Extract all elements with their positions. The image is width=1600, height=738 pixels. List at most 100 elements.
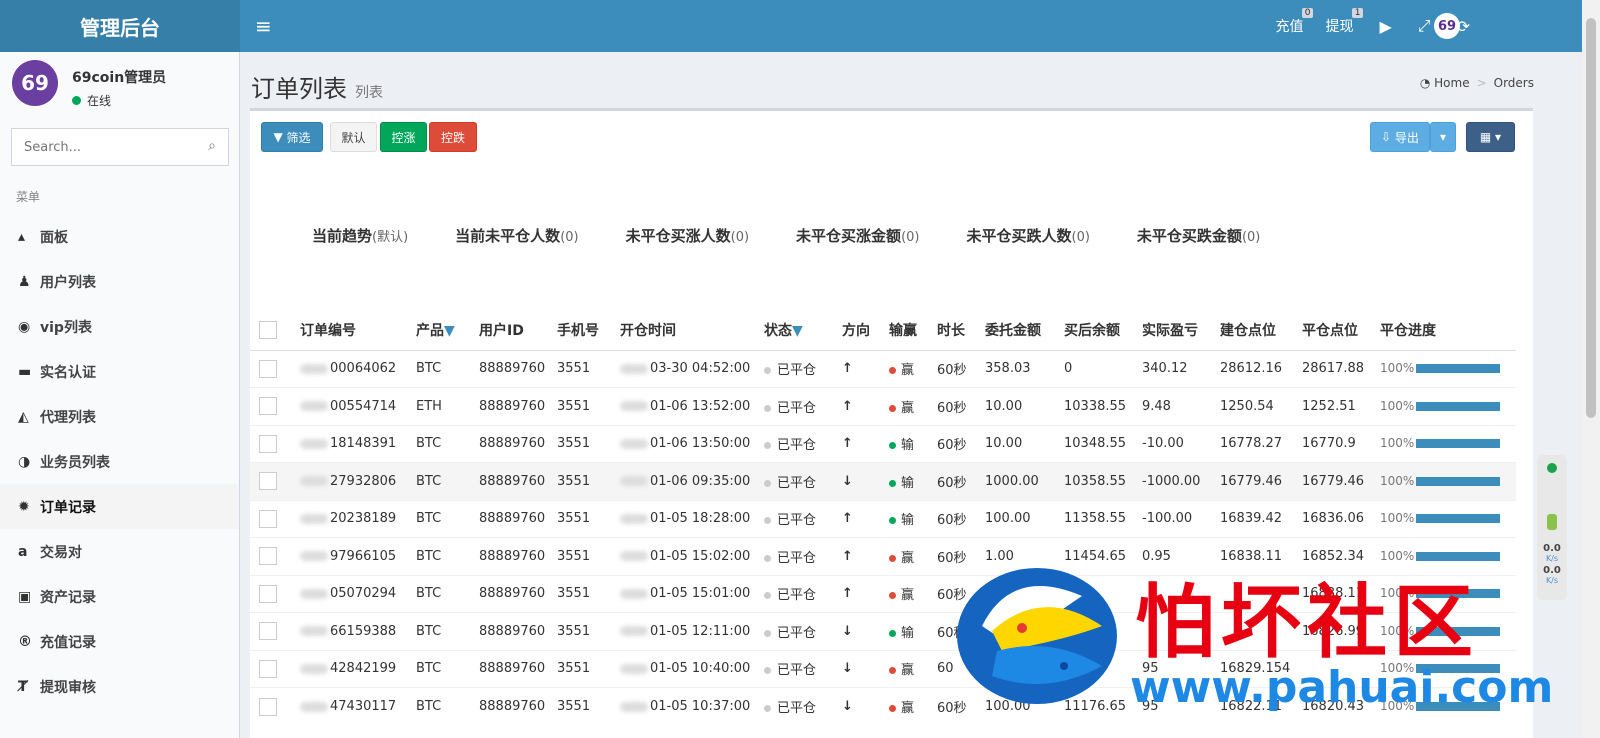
fullscreen-icon[interactable]: ⤢	[1418, 16, 1431, 36]
phone-cell: 3551	[557, 462, 620, 500]
row-checkbox[interactable]	[259, 434, 277, 453]
col-product[interactable]: 产品▼	[416, 310, 479, 351]
order-id: 42842199	[330, 661, 397, 677]
select-all-checkbox[interactable]	[259, 320, 277, 339]
breadcrumb-home[interactable]: Home	[1434, 76, 1469, 90]
col-duration[interactable]: 时长	[937, 310, 985, 351]
row-checkbox[interactable]	[259, 697, 277, 716]
withdraw-nav-button[interactable]: 提现 1	[1325, 8, 1364, 36]
row-checkbox[interactable]	[259, 359, 277, 378]
col-direction[interactable]: 方向	[842, 310, 889, 351]
table-row[interactable]: 18148391 BTC 88889760 3551 01-06 13:50:0…	[250, 424, 1516, 463]
col-close-price[interactable]: 平仓点位	[1302, 310, 1380, 351]
sidebar-item-salesmen[interactable]: ◑ 业务员列表	[0, 439, 239, 484]
col-order-id[interactable]: 订单编号	[300, 310, 416, 351]
status-dot-icon	[764, 667, 771, 675]
sidebar-item-assets[interactable]: ▣ 资产记录	[0, 574, 239, 619]
col-progress[interactable]: 平仓进度	[1380, 310, 1516, 351]
col-amount[interactable]: 委托金额	[985, 310, 1064, 351]
filter-icon[interactable]: ▼	[792, 323, 803, 339]
sidebar-item-recharge[interactable]: ® 充值记录	[0, 619, 239, 664]
default-button[interactable]: 默认	[330, 122, 377, 152]
row-checkbox[interactable]	[259, 472, 277, 491]
col-open-time[interactable]: 开仓时间	[620, 310, 764, 351]
sidebar-item-agents[interactable]: ◭ 代理列表	[0, 394, 239, 439]
user-id-link[interactable]: 88889760	[479, 574, 557, 613]
user-id-link[interactable]: 88889760	[479, 687, 557, 725]
top-user-avatar[interactable]: 69	[1434, 13, 1460, 39]
status-cell: 已平仓	[764, 687, 842, 725]
user-id-link[interactable]: 88889760	[479, 649, 557, 688]
redacted-mark	[300, 588, 328, 599]
col-status[interactable]: 状态▼	[764, 310, 842, 351]
col-pnl[interactable]: 实际盈亏	[1142, 310, 1220, 351]
order-id-cell: 97966105	[300, 537, 416, 575]
user-id-link[interactable]: 88889760	[479, 424, 557, 463]
sidebar-item-withdraw[interactable]: Ⱦ 提现审核	[0, 664, 239, 709]
search-icon[interactable]: ⌕	[208, 138, 216, 154]
filter-button[interactable]: ▼ 筛选	[261, 122, 323, 152]
row-checkbox[interactable]	[259, 547, 277, 566]
row-select-cell	[250, 349, 300, 388]
col-balance[interactable]: 买后余额	[1064, 310, 1142, 351]
control-down-button[interactable]: 控跌	[429, 122, 477, 152]
result-text: 输	[901, 438, 915, 454]
col-user-id[interactable]: 用户ID	[479, 310, 557, 351]
row-checkbox[interactable]	[259, 622, 277, 641]
col-open-price[interactable]: 建仓点位	[1220, 310, 1302, 351]
sidebar-item-vip[interactable]: ◉ vip列表	[0, 304, 239, 349]
user-id-link[interactable]: 88889760	[479, 462, 557, 500]
redacted-mark	[300, 401, 328, 412]
search-input[interactable]	[12, 129, 182, 165]
user-id-link[interactable]: 88889760	[479, 537, 557, 575]
result-text: 赢	[901, 588, 915, 604]
redacted-mark	[300, 626, 328, 637]
table-row[interactable]: 00554714 ETH 88889760 3551 01-06 13:52:0…	[250, 387, 1516, 425]
row-checkbox[interactable]	[259, 397, 277, 416]
sidebar: 69 69coin管理员 在线 ⌕ 菜单 ▴ 面板 ♟ 用户列表 ◉ vip列表 ▬ 实…	[0, 52, 240, 738]
sidebar-item-label: 业务员列表	[40, 454, 110, 471]
open-time: 01-06 13:50:00	[650, 436, 751, 452]
control-up-button[interactable]: 控涨	[380, 122, 427, 152]
table-row[interactable]: 20238189 BTC 88889760 3551 01-05 18:28:0…	[250, 499, 1516, 538]
sidebar-toggle-icon[interactable]: ≡	[255, 14, 272, 38]
page-scrollbar[interactable]	[1582, 0, 1600, 738]
table-row[interactable]: 00064062 BTC 88889760 3551 03-30 04:52:0…	[250, 349, 1516, 388]
stat-buy-down-amount: 未平仓买跌金额(0)	[1137, 225, 1260, 246]
play-icon[interactable]: ▶	[1379, 17, 1391, 36]
sidebar-item-verification[interactable]: ▬ 实名认证	[0, 349, 239, 394]
scrollbar-thumb[interactable]	[1586, 18, 1596, 418]
open-time-cell: 01-05 15:02:00	[620, 537, 764, 575]
order-id-cell: 27932806	[300, 462, 416, 500]
user-id-link[interactable]: 88889760	[479, 612, 557, 650]
user-id-link[interactable]: 88889760	[479, 387, 557, 425]
result-cell: 赢	[889, 574, 937, 613]
col-phone[interactable]: 手机号	[557, 310, 620, 351]
filter-icon[interactable]: ▼	[444, 323, 455, 339]
order-id: 47430117	[330, 699, 397, 714]
brand-logo[interactable]: 管理后台	[0, 0, 240, 52]
col-result[interactable]: 输赢	[889, 310, 937, 351]
table-row[interactable]: 27932806 BTC 88889760 3551 01-06 09:35:0…	[250, 462, 1516, 500]
redacted-mark	[300, 438, 328, 449]
recharge-nav-button[interactable]: 充值 0	[1275, 8, 1314, 36]
export-button[interactable]: ⇩ 导出	[1370, 122, 1430, 152]
sidebar-item-users[interactable]: ♟ 用户列表	[0, 259, 239, 304]
col-label: 产品	[416, 322, 444, 339]
user-id-link[interactable]: 88889760	[479, 349, 557, 388]
pnl-cell: -1000.00	[1142, 462, 1220, 500]
row-checkbox[interactable]	[259, 659, 277, 678]
row-checkbox[interactable]	[259, 509, 277, 528]
columns-button[interactable]: ▦ ▾	[1466, 122, 1515, 152]
user-id-link[interactable]: 88889760	[479, 499, 557, 538]
phone-cell: 3551	[557, 499, 620, 538]
network-speed-widget[interactable]: 0.0 K/s 0.0 K/s	[1537, 455, 1567, 600]
export-dropdown-button[interactable]: ▾	[1430, 122, 1456, 152]
sidebar-item-orders[interactable]: ✹ 订单记录	[0, 484, 239, 529]
sidebar-item-pairs[interactable]: a 交易对	[0, 529, 239, 574]
sidebar-item-dashboard[interactable]: ▴ 面板	[0, 214, 239, 259]
row-checkbox[interactable]	[259, 584, 277, 603]
close-price-cell: 28617.88	[1302, 349, 1380, 388]
phone-cell: 3551	[557, 349, 620, 388]
progress-cell: 100%	[1380, 462, 1516, 500]
